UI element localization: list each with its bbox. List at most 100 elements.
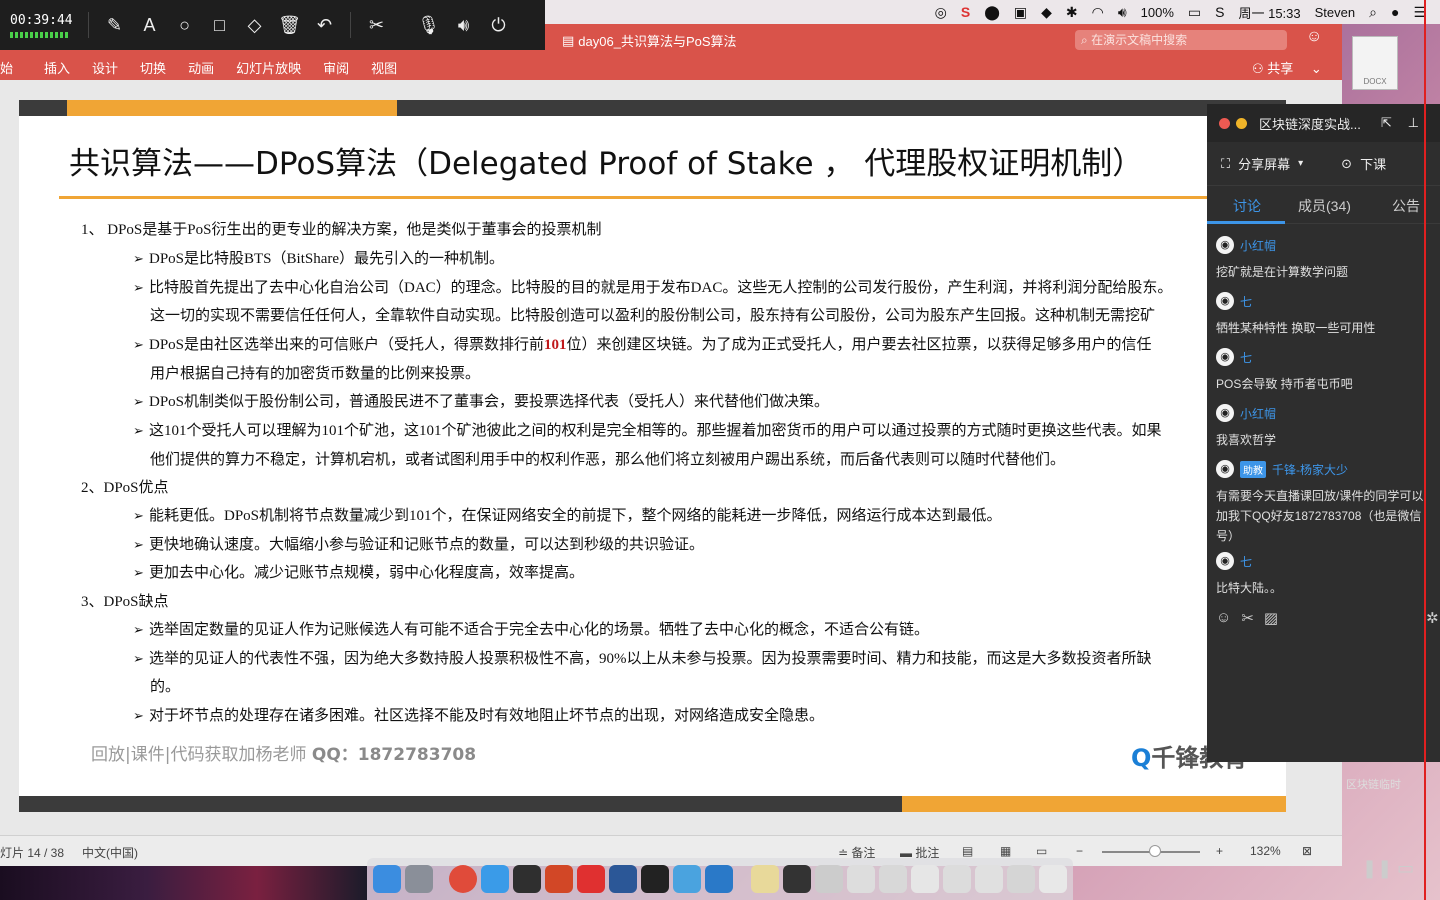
clock[interactable]: 周一 15:33 — [1238, 3, 1300, 22]
slide-bullet: ➢ DPoS是由社区选举出来的可信账户（受托人，得票数排行前101位）来创建区块链… — [133, 333, 1152, 354]
battery-level[interactable]: 100% — [1141, 5, 1174, 20]
avatar[interactable]: ◉ — [1216, 348, 1234, 366]
tab-slideshow[interactable]: 幻灯片放映 — [225, 58, 312, 77]
close-window-icon[interactable] — [1219, 117, 1230, 129]
slide-sorter-icon[interactable]: ▦ — [1000, 844, 1011, 858]
emoji-icon[interactable]: ☺ — [1216, 609, 1231, 627]
share-screen-button[interactable]: 分享屏幕 — [1238, 154, 1290, 173]
normal-view-icon[interactable]: ▤ — [962, 844, 973, 858]
desktop-docx-file[interactable]: DOCX — [1352, 36, 1398, 90]
undo-icon[interactable]: ↶ — [307, 15, 342, 36]
window-thumb-icon[interactable] — [911, 865, 939, 893]
image-icon[interactable]: ▨ — [1264, 609, 1278, 627]
youdao-icon[interactable] — [577, 865, 605, 893]
window-thumb-icon[interactable] — [879, 865, 907, 893]
window-thumb-icon[interactable] — [943, 865, 971, 893]
speaker-icon[interactable]: 🔊︎ — [446, 15, 481, 36]
avatar[interactable]: ◉ — [1216, 552, 1234, 570]
chat-username[interactable]: 千锋-杨家大少 — [1272, 461, 1348, 478]
chrome-icon[interactable] — [449, 865, 477, 893]
chat-message: ◉ 助教 千锋-杨家大少 有需要今天直播课回放/课件的同学可以加我下QQ好友18727… — [1216, 460, 1431, 546]
app-icon[interactable]: ◆ — [1041, 4, 1052, 21]
user-name[interactable]: Steven — [1315, 5, 1355, 20]
cut-icon[interactable]: ✂ — [359, 15, 394, 36]
language-indicator[interactable]: 中文(中国) — [82, 844, 138, 861]
avatar[interactable]: ◉ — [1216, 404, 1234, 422]
siri-icon[interactable]: ● — [1391, 4, 1399, 20]
zoom-slider-knob[interactable] — [1149, 845, 1161, 857]
qq-icon[interactable]: ◎ — [935, 4, 947, 21]
trash-can-icon[interactable] — [1039, 865, 1067, 893]
chat-username[interactable]: 七 — [1240, 293, 1252, 310]
tab-review[interactable]: 审阅 — [312, 58, 360, 77]
terminal-icon[interactable] — [783, 865, 811, 893]
tab-animations[interactable]: 动画 — [177, 58, 225, 77]
power-icon[interactable]: ⏻ — [481, 15, 516, 36]
messages-icon[interactable] — [481, 865, 509, 893]
powerpoint-icon[interactable] — [545, 865, 573, 893]
end-class-button[interactable]: 下课 — [1360, 154, 1386, 173]
wifi-icon[interactable]: ◠ — [1092, 4, 1104, 21]
mic-icon[interactable]: 🎙︎ — [411, 15, 446, 36]
zoom-level[interactable]: 132% — [1250, 844, 1281, 858]
rect-icon[interactable]: □ — [202, 15, 237, 36]
tab-announcement[interactable]: 公告 — [1392, 196, 1420, 216]
volume-icon[interactable]: 🔊︎ — [1118, 4, 1127, 21]
pen-icon[interactable]: ✎ — [97, 15, 132, 36]
circle-icon[interactable]: ○ — [167, 15, 202, 36]
fit-to-window-icon[interactable]: ⊠ — [1302, 844, 1312, 858]
chevron-down-icon[interactable]: ▾ — [1298, 158, 1303, 169]
feedback-smiley-icon[interactable]: ☺ — [1306, 28, 1322, 46]
tab-view[interactable]: 视图 — [360, 58, 408, 77]
s-app-icon[interactable]: S — [961, 4, 970, 20]
trash-icon[interactable]: 🗑︎ — [272, 15, 307, 36]
word-icon[interactable] — [609, 865, 637, 893]
spotlight-search-icon[interactable]: ⌕ — [1369, 4, 1377, 21]
tab-insert[interactable]: 插入 — [24, 58, 81, 77]
pin-icon[interactable]: ⊥ — [1408, 115, 1419, 131]
avatar[interactable]: ◉ — [1216, 460, 1234, 478]
tab-members[interactable]: 成员(34) — [1298, 196, 1351, 216]
tab-transitions[interactable]: 切换 — [129, 58, 177, 77]
tab-discussion[interactable]: 讨论 — [1233, 196, 1261, 216]
tab-design[interactable]: 设计 — [81, 58, 129, 77]
sync-icon[interactable]: S — [1215, 4, 1224, 20]
pause-icon[interactable]: ❚❚ ▭ — [1362, 858, 1414, 879]
scissors-icon[interactable]: ✂ — [1241, 609, 1254, 627]
bluetooth-icon[interactable]: ✱ — [1066, 4, 1078, 21]
text-icon[interactable]: A — [132, 15, 167, 36]
desktop-file-label[interactable]: 区块链临时 — [1346, 776, 1401, 792]
finder-icon[interactable] — [373, 865, 401, 893]
vpn-icon[interactable] — [673, 865, 701, 893]
chat-username[interactable]: 七 — [1240, 553, 1252, 570]
tab-start-partial[interactable]: 始 — [0, 58, 24, 77]
zoom-in-icon[interactable]: + — [1216, 844, 1223, 858]
window-thumb-icon[interactable] — [815, 865, 843, 893]
notes-app-icon[interactable] — [751, 865, 779, 893]
reading-view-icon[interactable]: ▭ — [1036, 844, 1047, 858]
tool-icon[interactable]: ⬤ — [984, 4, 1000, 21]
display-icon[interactable]: ▣ — [1014, 4, 1027, 21]
goland-icon[interactable] — [641, 865, 669, 893]
sublime-icon[interactable] — [513, 865, 541, 893]
settings-gear-icon[interactable]: ✲ — [1426, 609, 1439, 627]
slide-canvas[interactable]: 共识算法——DPoS算法（Delegated Proof of Stake ， … — [0, 80, 1342, 835]
minimize-window-icon[interactable] — [1236, 117, 1247, 129]
popout-icon[interactable]: ⇱ — [1381, 115, 1392, 131]
window-thumb-icon[interactable] — [847, 865, 875, 893]
window-thumb-icon[interactable] — [975, 865, 1003, 893]
chat-username[interactable]: 小红帽 — [1240, 237, 1276, 254]
window-thumb-icon[interactable] — [1007, 865, 1035, 893]
slide-numbered-item: 1、 DPoS是基于PoS衍生出的更专业的解决方案，他是类似于董事会的投票机制 — [81, 218, 601, 239]
sync-app-icon[interactable] — [705, 865, 733, 893]
eraser-icon[interactable]: ◇ — [237, 15, 272, 36]
chat-username[interactable]: 七 — [1240, 349, 1252, 366]
avatar[interactable]: ◉ — [1216, 236, 1234, 254]
zoom-out-icon[interactable]: − — [1076, 844, 1083, 858]
chat-username[interactable]: 小红帽 — [1240, 405, 1276, 422]
slide[interactable]: 共识算法——DPoS算法（Delegated Proof of Stake ， … — [19, 100, 1286, 812]
launchpad-icon[interactable] — [405, 865, 433, 893]
search-field[interactable]: ⌕ 在演示文稿中搜索 — [1075, 30, 1287, 50]
avatar[interactable]: ◉ — [1216, 292, 1234, 310]
share-button[interactable]: ⚇ 共享 ⌄ — [1252, 58, 1322, 77]
